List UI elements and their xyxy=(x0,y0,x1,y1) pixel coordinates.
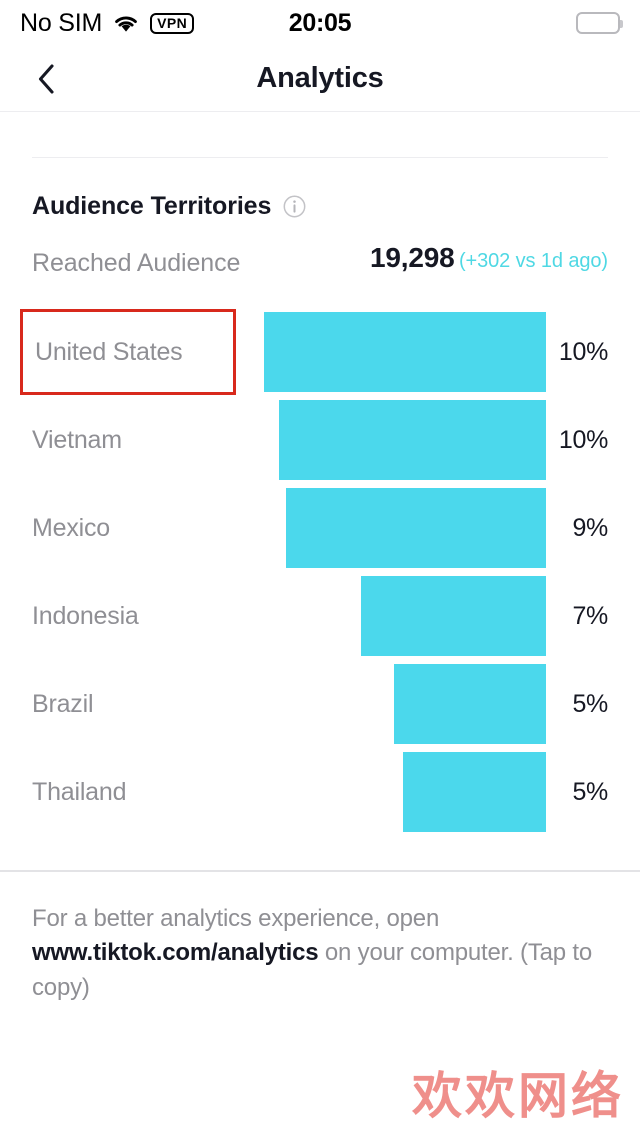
status-bar: No SIM VPN 20:05 xyxy=(0,0,640,46)
footer-note[interactable]: For a better analytics experience, open … xyxy=(0,872,640,1006)
reached-audience-value: 19,298 xyxy=(370,242,455,273)
chart-row[interactable]: Vietnam 10% xyxy=(32,396,608,484)
main-content: Audience Territories Reached Audience 19… xyxy=(0,157,640,836)
chart-bar-value: 5% xyxy=(572,777,608,806)
chart-bar-track xyxy=(236,664,546,744)
chart-bar-value: 5% xyxy=(572,689,608,718)
section-divider-top xyxy=(32,157,608,158)
chart-bar-value: 10% xyxy=(558,337,608,366)
back-button[interactable] xyxy=(24,57,68,101)
chart-row-label: Thailand xyxy=(32,777,127,806)
chart-bar-value: 7% xyxy=(572,601,608,630)
chart-row[interactable]: Mexico 9% xyxy=(32,484,608,572)
chart-row[interactable]: United States 10% xyxy=(20,308,608,396)
chart-row-label: Indonesia xyxy=(32,601,139,630)
analytics-url-link[interactable]: www.tiktok.com/analytics xyxy=(32,939,319,966)
chart-bar xyxy=(361,576,546,656)
chart-bar-track xyxy=(236,752,546,832)
chart-bar xyxy=(394,664,546,744)
chart-row-label: Vietnam xyxy=(32,425,122,454)
reached-audience-summary: Reached Audience 19,298 (+302 vs 1d ago) xyxy=(32,242,608,278)
audience-territories-chart: United States 10% Vietnam 10% Mexico 9% Indone… xyxy=(20,308,608,836)
chart-bar-track xyxy=(236,576,546,656)
section-header: Audience Territories xyxy=(32,192,608,221)
chart-row-label: United States xyxy=(20,309,236,395)
chart-row-label: Brazil xyxy=(32,689,94,718)
page-title: Analytics xyxy=(256,62,384,94)
chart-bar-track xyxy=(236,312,546,392)
chart-bar xyxy=(264,312,546,392)
chart-row[interactable]: Indonesia 7% xyxy=(32,572,608,660)
info-circle-icon[interactable] xyxy=(283,195,306,218)
reached-audience-label: Reached Audience xyxy=(32,249,241,277)
battery-icon xyxy=(576,12,623,34)
chart-row-label: Mexico xyxy=(32,513,110,542)
reached-audience-values: 19,298 (+302 vs 1d ago) xyxy=(370,242,608,273)
footer-prefix: For a better analytics experience, open xyxy=(32,904,440,932)
chevron-left-icon xyxy=(37,63,55,94)
chart-bar-track xyxy=(236,488,546,568)
chart-bar xyxy=(279,400,546,480)
status-bar-right xyxy=(576,12,623,34)
chart-bar xyxy=(403,752,546,832)
section-title: Audience Territories xyxy=(32,192,272,220)
reached-audience-delta: (+302 vs 1d ago) xyxy=(458,250,608,272)
status-bar-clock: 20:05 xyxy=(288,8,352,37)
chart-bar-value: 9% xyxy=(572,513,608,542)
chart-row[interactable]: Thailand 5% xyxy=(32,748,608,836)
watermark: 欢欢网络 xyxy=(412,1068,624,1124)
nav-bar: Analytics xyxy=(0,46,640,112)
chart-row[interactable]: Brazil 5% xyxy=(32,660,608,748)
chart-bar-value: 10% xyxy=(558,425,608,454)
chart-bar-track xyxy=(236,400,546,480)
chart-bar xyxy=(286,488,546,568)
